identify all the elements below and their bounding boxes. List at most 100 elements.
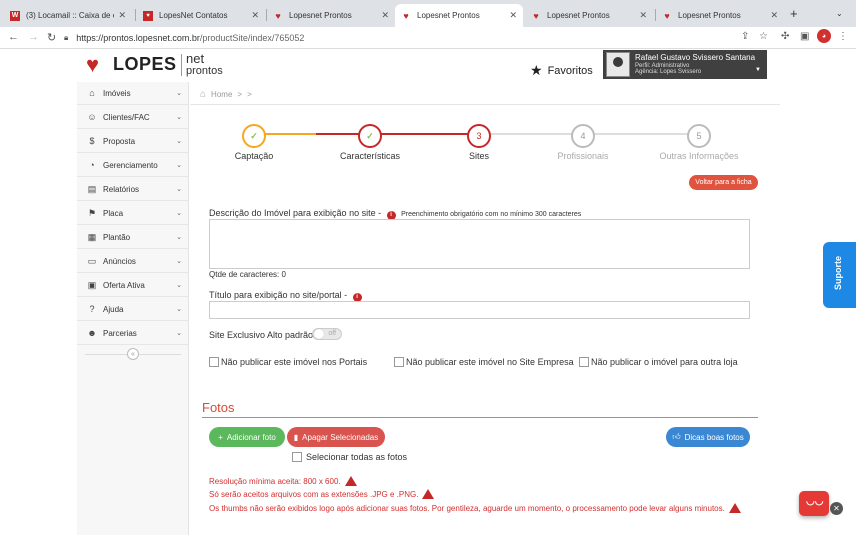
step-captacao[interactable]: ✓	[242, 124, 266, 148]
descricao-textarea[interactable]	[209, 219, 750, 269]
close-icon[interactable]: ✕	[381, 10, 389, 21]
home-icon: ⌂	[89, 88, 95, 98]
bot-face-icon: ◡◡	[806, 496, 824, 507]
chevron-down-icon: ⌄	[176, 138, 182, 145]
checkbox[interactable]	[394, 357, 404, 367]
plus-icon: +	[218, 432, 223, 442]
chevron-down-icon: ⌄	[176, 114, 182, 121]
back-icon[interactable]: ←	[8, 31, 19, 43]
close-icon[interactable]: ✕	[830, 502, 843, 515]
user-icon: ☺	[87, 112, 97, 122]
dollar-icon: $	[89, 136, 95, 146]
tab-lopesnet-prontos-3[interactable]: ♥ Lopesnet Prontos ✕	[525, 4, 653, 27]
breadcrumb-home[interactable]: Home	[211, 90, 232, 99]
sidebar-item-imoveis[interactable]: ⌂ Imóveis ⌄	[77, 82, 189, 105]
adicionar-foto-button[interactable]: + Adicionar foto	[209, 427, 285, 447]
flag-icon: ⚑	[87, 207, 97, 218]
heart-icon: ♥	[664, 10, 670, 21]
reload-icon[interactable]: ↻	[47, 31, 56, 44]
close-icon[interactable]: ✕	[770, 10, 778, 21]
forward-icon[interactable]: →	[28, 31, 39, 43]
chevron-down-icon: ⌄	[176, 234, 182, 241]
chevron-down-icon: ⌄	[176, 186, 182, 193]
collapse-sidebar-icon[interactable]: «	[127, 348, 139, 360]
selecionar-todas-fotos[interactable]: Selecionar todas as fotos	[292, 452, 407, 462]
chevron-down-icon: ⌄	[176, 306, 182, 313]
address-bar: ← → ↻ 🔒︎ https://prontos.lopesnet.com.br…	[0, 27, 856, 49]
exclusivo-toggle[interactable]: off	[312, 328, 342, 340]
check-nao-publicar-portais[interactable]: Não publicar este imóvel nos Portais	[209, 357, 367, 367]
tab-locamail[interactable]: W (3) Locamail :: Caixa de entrada ✕	[4, 4, 132, 27]
sidebar-item-placa[interactable]: ⚑ Placa ⌄	[77, 202, 189, 225]
tab-search-icon[interactable]: ⌄	[836, 9, 843, 18]
bookmark-star-icon[interactable]: ☆	[759, 31, 768, 42]
chevron-down-icon: ⌄	[176, 258, 182, 265]
close-icon[interactable]: ✕	[639, 10, 647, 21]
sidebar: ⌂ Imóveis ⌄ ☺ Clientes/FAC ⌄ $ Proposta ⌄ ◔ Ger…	[77, 82, 189, 535]
sidebar-item-plantao[interactable]: ▦ Plantão ⌄	[77, 226, 189, 249]
sidebar-item-parcerias[interactable]: ☻ Parcerias ⌄	[77, 322, 189, 345]
sidebar-item-clientes[interactable]: ☺ Clientes/FAC ⌄	[77, 106, 189, 129]
warning-icon	[728, 503, 741, 513]
wizard-stepper: ✓ Captação ✓ Características 3 Sites 4 P…	[190, 120, 780, 165]
warning-icon	[344, 476, 357, 486]
titulo-input[interactable]	[209, 301, 750, 319]
heart-icon: ♥	[143, 10, 153, 21]
step-label: Características	[339, 151, 401, 161]
favoritos-link[interactable]: ★ Favoritos	[530, 62, 593, 79]
checkbox[interactable]	[579, 357, 589, 367]
check-nao-publicar-site-empresa[interactable]: Não publicar este imóvel no Site Empresa	[394, 357, 574, 367]
extensions-icon[interactable]: ✣	[781, 31, 789, 42]
heart-icon: ♥	[275, 10, 281, 21]
divider	[202, 417, 758, 418]
checkbox[interactable]	[209, 357, 219, 367]
voltar-para-ficha-button[interactable]: Voltar para a ficha	[689, 175, 758, 190]
step-profissionais[interactable]: 4	[571, 124, 595, 148]
close-icon[interactable]: ✕	[509, 10, 517, 21]
sidebar-item-gerenciamento[interactable]: ◔ Gerenciamento ⌄	[77, 154, 189, 177]
qtde-caracteres: Qtde de caracteres: 0	[209, 270, 286, 279]
sidebar-item-anuncios[interactable]: ▭ Anúncios ⌄	[77, 250, 189, 273]
tab-lopesnet-contatos[interactable]: ♥ LopesNet Contatos ✕	[137, 4, 265, 27]
tab-lopesnet-prontos-4[interactable]: ♥ Lopesnet Prontos ✕	[656, 4, 784, 27]
close-icon[interactable]: ✕	[251, 10, 259, 21]
step-sites[interactable]: 3	[467, 124, 491, 148]
step-outras-informacoes[interactable]: 5	[687, 124, 711, 148]
sidebar-item-proposta[interactable]: $ Proposta ⌄	[77, 130, 189, 153]
sidebar-item-ajuda[interactable]: ? Ajuda ⌄	[77, 298, 189, 321]
warning-resolucao: Resolução mínima aceita: 800 x 600.	[209, 476, 357, 486]
profile-avatar[interactable]: ◕	[817, 29, 831, 43]
url-field[interactable]: 🔒︎ https://prontos.lopesnet.com.br/produ…	[64, 30, 744, 46]
fotos-title: Fotos	[202, 400, 235, 415]
chevron-down-icon: ⌄	[176, 330, 182, 337]
sidebar-item-oferta-ativa[interactable]: ▣ Oferta Ativa ⌄	[77, 274, 189, 297]
menu-kebab-icon[interactable]: ⋮	[838, 31, 848, 42]
checkbox[interactable]	[292, 452, 302, 462]
chevron-down-icon: ⌄	[176, 210, 182, 217]
sidebar-item-relatorios[interactable]: ▤ Relatórios ⌄	[77, 178, 189, 201]
calendar-icon: ▦	[87, 231, 97, 242]
chat-bot-icon[interactable]: ◡◡	[799, 491, 829, 516]
heart-logo-icon: ♥	[86, 52, 100, 77]
user-menu[interactable]: Rafael Gustavo Svissero Santana Perfil: …	[603, 50, 767, 79]
close-icon[interactable]: ✕	[118, 10, 126, 21]
tab-separator	[135, 9, 136, 21]
tab-lopesnet-prontos-active[interactable]: ♥ Lopesnet Prontos ✕	[395, 4, 523, 27]
share-icon[interactable]: ⇪	[741, 31, 749, 42]
dicas-boas-fotos-button[interactable]: 👍︎ Dicas boas fotos	[666, 427, 750, 447]
new-tab-icon[interactable]: +	[790, 6, 798, 21]
step-label: Profissionais	[557, 151, 609, 161]
home-icon[interactable]: ⌂	[200, 89, 206, 100]
tab-lopesnet-prontos-1[interactable]: ♥ Lopesnet Prontos ✕	[267, 4, 395, 27]
file-icon: ▤	[87, 183, 97, 194]
warning-icon	[422, 489, 435, 499]
check-nao-publicar-outra-loja[interactable]: Não publicar o imóvel para outra loja	[579, 357, 738, 367]
lopes-net-logo[interactable]: ♥ LOPES net prontos	[86, 50, 226, 80]
step-label: Outras Informações	[659, 151, 739, 161]
step-caracteristicas[interactable]: ✓	[358, 124, 382, 148]
users-icon: ☻	[87, 328, 97, 338]
suporte-tab[interactable]: Suporte	[823, 242, 856, 308]
apagar-selecionadas-button[interactable]: ▮ Apagar Selecionadas	[287, 427, 385, 447]
sidepanel-icon[interactable]: ▣	[800, 31, 809, 42]
heart-icon: ♥	[533, 10, 539, 21]
